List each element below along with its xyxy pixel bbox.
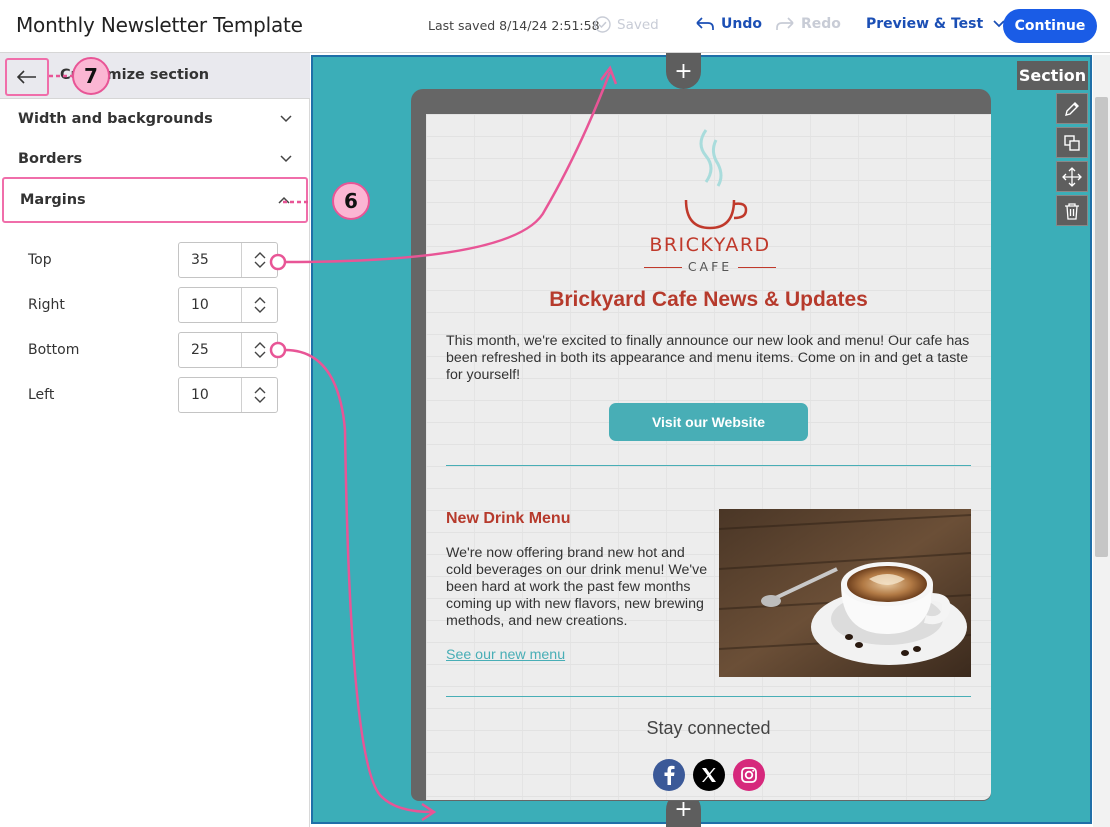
- logo-rule-left: [644, 267, 682, 268]
- top-bar: Monthly Newsletter Template Last saved 8…: [0, 0, 1110, 53]
- divider: [446, 465, 971, 466]
- margin-left-label: Left: [28, 387, 55, 403]
- chevron-up-icon[interactable]: [254, 296, 266, 304]
- step-callout-6: 6: [332, 182, 370, 220]
- margin-top-stepper[interactable]: 35: [178, 242, 278, 278]
- accordion-borders[interactable]: Borders: [0, 139, 310, 179]
- coffee-photo: [719, 509, 971, 677]
- check-circle-icon: [594, 16, 611, 33]
- chevron-up-icon[interactable]: [254, 386, 266, 394]
- undo-icon: [696, 17, 714, 30]
- undo-button[interactable]: Undo: [696, 16, 762, 32]
- divider: [446, 696, 971, 697]
- margin-right-stepper[interactable]: 10: [178, 287, 278, 323]
- chevron-up-icon: [278, 196, 290, 204]
- chevron-down-icon[interactable]: [254, 306, 266, 314]
- drink-menu-title: New Drink Menu: [446, 510, 571, 527]
- customize-panel: Customize section Width and backgrounds …: [0, 53, 310, 827]
- redo-icon: [776, 17, 794, 30]
- accordion-label: Borders: [18, 151, 83, 167]
- delete-section-button[interactable]: [1056, 195, 1088, 226]
- redo-button[interactable]: Redo: [776, 16, 841, 32]
- chevron-down-icon: [280, 115, 292, 123]
- section-label: Section: [1017, 61, 1088, 90]
- stay-connected-heading: Stay connected: [646, 718, 771, 738]
- chevron-down-icon[interactable]: [254, 351, 266, 359]
- page-title: Monthly Newsletter Template: [16, 13, 303, 37]
- move-section-button[interactable]: [1056, 161, 1088, 192]
- logo-rule-right: [738, 267, 776, 268]
- email-intro: This month, we're excited to finally ann…: [446, 333, 970, 383]
- accordion-label: Margins: [20, 192, 86, 208]
- accordion-margins[interactable]: Margins: [2, 177, 308, 223]
- drink-menu-link[interactable]: See our new menu: [446, 647, 565, 663]
- instagram-icon[interactable]: [733, 759, 765, 791]
- saved-status: Saved: [594, 16, 659, 33]
- brickyard-logo: BRICKYARD CAFE: [642, 120, 778, 274]
- margin-right-label: Right: [28, 297, 65, 313]
- stepper-value[interactable]: 10: [179, 288, 241, 322]
- margin-bottom-stepper[interactable]: 25: [178, 332, 278, 368]
- preview-label: Preview & Test: [866, 16, 984, 32]
- step-callout-7: 7: [72, 57, 110, 95]
- margin-top-label: Top: [28, 252, 52, 268]
- chevron-up-icon[interactable]: [254, 251, 266, 259]
- visit-website-button[interactable]: Visit our Website: [609, 403, 808, 441]
- stepper-value[interactable]: 10: [179, 378, 241, 412]
- back-button[interactable]: [5, 58, 49, 96]
- email-body: BRICKYARD CAFE Brickyard Cafe News & Upd…: [426, 114, 991, 800]
- stepper-value[interactable]: 25: [179, 333, 241, 367]
- duplicate-icon: [1064, 134, 1080, 151]
- x-icon[interactable]: [693, 759, 725, 791]
- continue-button[interactable]: Continue: [1003, 9, 1097, 43]
- chevron-down-icon[interactable]: [254, 396, 266, 404]
- email-headline: Brickyard Cafe News & Updates: [549, 288, 868, 311]
- margin-bottom-label: Bottom: [28, 342, 80, 358]
- redo-label: Redo: [801, 16, 841, 32]
- add-block-above-button[interactable]: +: [666, 53, 701, 89]
- margin-left-stepper[interactable]: 10: [178, 377, 278, 413]
- drink-menu-text: We're now offering brand new hot and col…: [446, 545, 708, 629]
- last-saved-text: Last saved 8/14/24 2:51:58: [428, 18, 600, 33]
- trash-icon: [1065, 202, 1079, 220]
- move-icon: [1062, 166, 1082, 187]
- panel-header: Customize section: [0, 53, 310, 99]
- chevron-up-icon[interactable]: [254, 341, 266, 349]
- facebook-icon[interactable]: [653, 759, 685, 791]
- preview-test-button[interactable]: Preview & Test: [866, 16, 1005, 32]
- scrollbar-thumb[interactable]: [1095, 97, 1108, 557]
- logo-text-brickyard: BRICKYARD: [649, 234, 771, 256]
- accordion-label: Width and backgrounds: [18, 111, 213, 127]
- pencil-icon: [1065, 101, 1079, 116]
- accordion-width-backgrounds[interactable]: Width and backgrounds: [0, 99, 310, 139]
- edit-section-button[interactable]: [1056, 93, 1088, 124]
- saved-label: Saved: [617, 16, 659, 33]
- duplicate-section-button[interactable]: [1056, 127, 1088, 158]
- chevron-down-icon: [280, 155, 292, 163]
- arrow-left-icon: [17, 70, 36, 84]
- undo-label: Undo: [721, 16, 762, 32]
- stepper-value[interactable]: 35: [179, 243, 241, 277]
- chevron-down-icon[interactable]: [254, 261, 266, 269]
